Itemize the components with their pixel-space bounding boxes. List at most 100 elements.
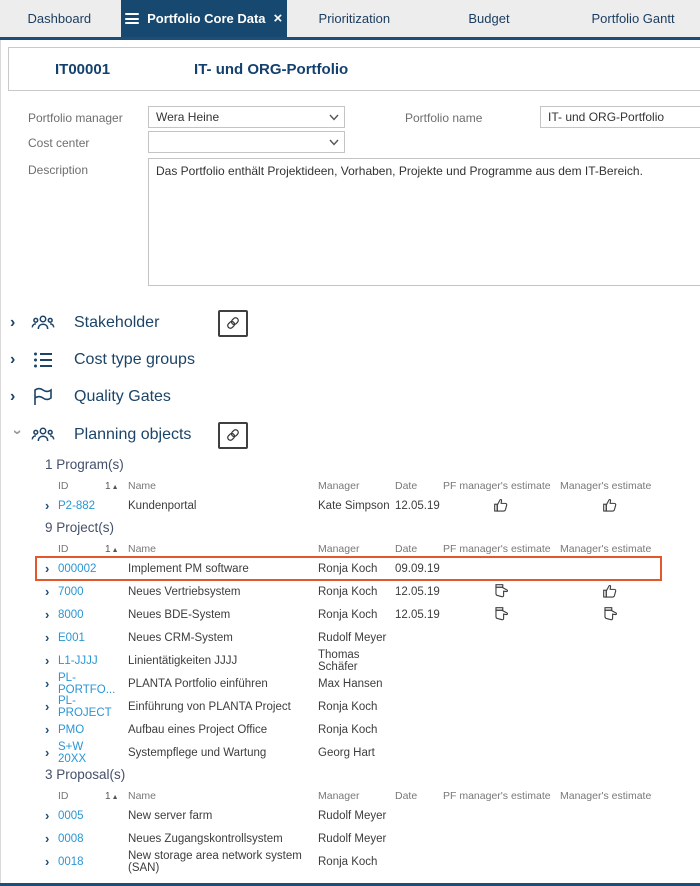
row-id-link[interactable]: 8000 (58, 609, 105, 621)
chevron-right-icon[interactable]: › (45, 677, 58, 690)
col-manager[interactable]: Manager (318, 480, 395, 492)
tab-portfolio-gantt[interactable]: Portfolio Gantt (566, 0, 700, 37)
row-id-link[interactable]: 0018 (58, 856, 105, 868)
tab-label: Portfolio Gantt (591, 11, 674, 26)
table-row[interactable]: ›L1-JJJJLinientätigkeiten JJJJThomas Sch… (45, 651, 662, 670)
table-row[interactable]: ›8000Neues BDE-SystemRonja Koch12.05.19 (45, 605, 662, 624)
col-name[interactable]: Name (128, 480, 318, 492)
thumb-neutral-icon[interactable] (443, 606, 560, 623)
row-manager: Kate Simpson (318, 500, 395, 512)
col-pf-estimate[interactable]: PF manager's estimate (443, 543, 560, 555)
chevron-right-icon[interactable]: › (45, 585, 58, 598)
section-label: Stakeholder (74, 314, 159, 332)
thumb-up-icon[interactable] (560, 583, 660, 600)
sort-indicator[interactable]: 1▲ (105, 792, 128, 802)
hamburger-icon[interactable] (125, 11, 139, 27)
description-textarea[interactable]: Das Portfolio enthält Projektideen, Vorh… (148, 158, 700, 286)
row-id-link[interactable]: 7000 (58, 586, 105, 598)
tab-budget[interactable]: Budget (440, 0, 538, 37)
chevron-right-icon[interactable]: › (45, 809, 58, 822)
section-quality-gates[interactable]: › Quality Gates (0, 382, 700, 412)
col-id[interactable]: ID (58, 790, 105, 802)
row-id-link[interactable]: PL-PROJECT (58, 695, 105, 719)
col-pf-estimate[interactable]: PF manager's estimate (443, 480, 560, 492)
row-manager: Ronja Koch (318, 609, 395, 621)
row-id-link[interactable]: 0008 (58, 833, 105, 845)
table-row[interactable]: ›0008Neues ZugangskontrollsystemRudolf M… (45, 829, 662, 848)
row-manager: Ronja Koch (318, 701, 395, 713)
col-manager-estimate[interactable]: Manager's estimate (560, 543, 660, 555)
sort-indicator[interactable]: 1▲ (105, 545, 128, 555)
chevron-right-icon[interactable]: › (45, 723, 58, 736)
chevron-right-icon[interactable]: › (45, 631, 58, 644)
col-manager[interactable]: Manager (318, 790, 395, 802)
col-name[interactable]: Name (128, 790, 318, 802)
row-name: Neues CRM-System (128, 632, 318, 644)
section-cost-type-groups[interactable]: › Cost type groups (0, 345, 700, 375)
chevron-right-icon[interactable]: › (45, 654, 58, 667)
row-id-link[interactable]: S+W 20XX (58, 741, 105, 765)
row-name: New server farm (128, 810, 318, 822)
col-date[interactable]: Date (395, 790, 443, 802)
tab-bar: Dashboard Portfolio Core Data × Prioriti… (0, 0, 700, 37)
chevron-right-icon[interactable]: › (45, 746, 58, 759)
chevron-right-icon[interactable]: › (10, 315, 24, 331)
row-id-link[interactable]: E001 (58, 632, 105, 644)
section-planning-objects[interactable]: › Planning objects (0, 420, 700, 450)
table-row[interactable]: ›0005New server farmRudolf Meyer (45, 806, 662, 825)
tab-prioritization[interactable]: Prioritization (301, 0, 408, 37)
table-row[interactable]: ›S+W 20XXSystempflege und WartungGeorg H… (45, 743, 662, 762)
row-id-link[interactable]: PL-PORTFO... (58, 672, 105, 696)
tab-dashboard[interactable]: Dashboard (8, 0, 111, 37)
table-row[interactable]: ›0018New storage area network system (SA… (45, 852, 662, 871)
thumb-up-icon[interactable] (560, 497, 660, 514)
cost-center-select[interactable] (148, 131, 345, 153)
col-pf-estimate[interactable]: PF manager's estimate (443, 790, 560, 802)
row-id-link[interactable]: 000002 (58, 563, 105, 575)
link-button[interactable] (218, 422, 248, 449)
col-manager-estimate[interactable]: Manager's estimate (560, 480, 660, 492)
chevron-right-icon[interactable]: › (45, 499, 58, 512)
sort-indicator[interactable]: 1▲ (105, 482, 128, 492)
row-id-link[interactable]: P2-882 (58, 500, 105, 512)
col-id[interactable]: ID (58, 480, 105, 492)
list-icon (30, 347, 56, 373)
chevron-right-icon[interactable]: › (45, 832, 58, 845)
col-date[interactable]: Date (395, 543, 443, 555)
row-id-link[interactable]: 0005 (58, 810, 105, 822)
chevron-right-icon[interactable]: › (10, 389, 24, 405)
link-button[interactable] (218, 310, 248, 337)
row-id-link[interactable]: PMO (58, 724, 105, 736)
col-date[interactable]: Date (395, 480, 443, 492)
col-manager[interactable]: Manager (318, 543, 395, 555)
portfolio-name-input[interactable]: IT- und ORG-Portfolio (540, 106, 700, 128)
table-row[interactable]: ›PL-PROJECTEinführung von PLANTA Project… (45, 697, 662, 716)
chevron-right-icon[interactable]: › (10, 352, 24, 368)
thumb-up-icon[interactable] (443, 497, 560, 514)
col-id[interactable]: ID (58, 543, 105, 555)
chevron-right-icon[interactable]: › (45, 562, 58, 575)
chevron-right-icon[interactable]: › (45, 700, 58, 713)
thumb-neutral-icon[interactable] (560, 606, 660, 623)
table-row[interactable]: ›7000Neues VertriebsystemRonja Koch12.05… (45, 582, 662, 601)
col-name[interactable]: Name (128, 543, 318, 555)
chevron-right-icon[interactable]: › (45, 855, 58, 868)
table-row[interactable]: ›P2-882KundenportalKate Simpson12.05.19 (45, 496, 662, 515)
people-group-icon (30, 422, 56, 448)
flag-icon (30, 384, 56, 410)
table-row[interactable]: ›E001Neues CRM-SystemRudolf Meyer (45, 628, 662, 647)
thumb-neutral-icon[interactable] (443, 583, 560, 600)
portfolio-manager-select[interactable]: Wera Heine (148, 106, 345, 128)
chevron-down-icon[interactable]: › (9, 430, 25, 444)
table-row[interactable]: ›PL-PORTFO...PLANTA Portfolio einführenM… (45, 674, 662, 693)
chevron-right-icon[interactable]: › (45, 608, 58, 621)
table-row[interactable]: ›PMOAufbau eines Project OfficeRonja Koc… (45, 720, 662, 739)
chevron-down-icon (329, 139, 339, 146)
section-label: Planning objects (74, 426, 191, 444)
row-id-link[interactable]: L1-JJJJ (58, 655, 105, 667)
close-icon[interactable]: × (274, 11, 283, 26)
section-stakeholder[interactable]: › Stakeholder (0, 308, 700, 338)
col-manager-estimate[interactable]: Manager's estimate (560, 790, 660, 802)
table-row[interactable]: ›000002Implement PM softwareRonja Koch09… (45, 559, 662, 578)
tab-portfolio-core-data[interactable]: Portfolio Core Data × (121, 0, 287, 37)
